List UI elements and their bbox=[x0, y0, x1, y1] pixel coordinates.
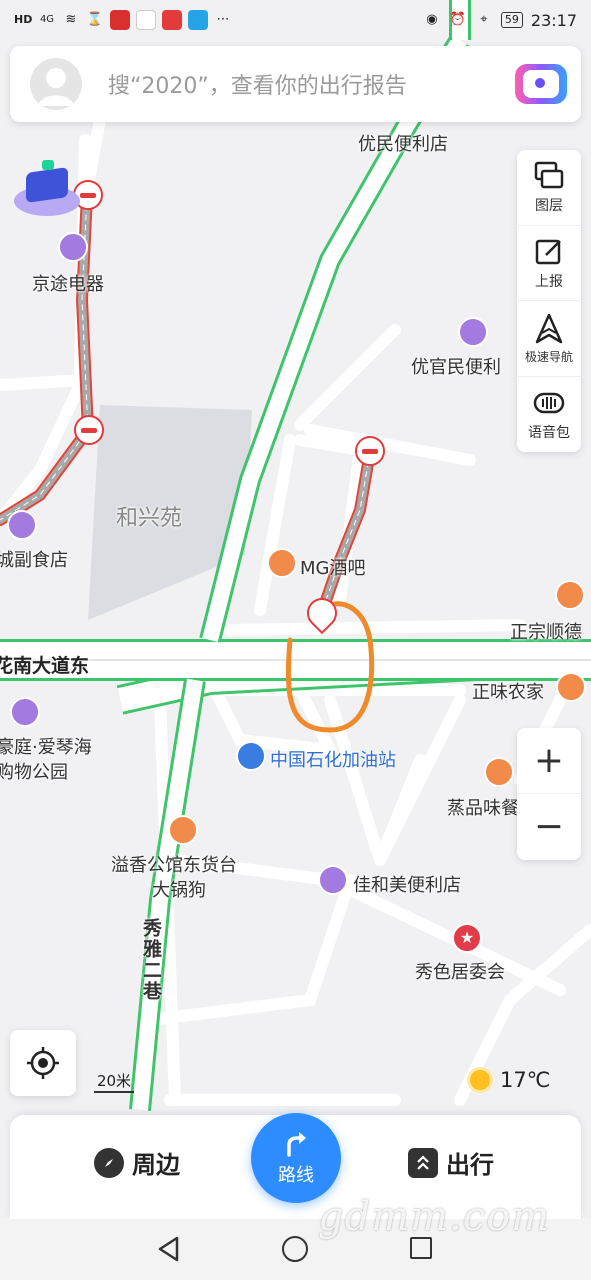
poi-label[interactable]: 城副食店 bbox=[0, 546, 68, 572]
no-entry-icon bbox=[355, 436, 385, 466]
voice-assistant-icon[interactable] bbox=[515, 64, 567, 104]
travel-label: 出行 bbox=[446, 1151, 494, 1179]
poi-label[interactable]: 优民便利店 bbox=[358, 130, 448, 156]
turn-arrow-icon bbox=[287, 1132, 306, 1157]
poi-label[interactable]: MG酒吧 bbox=[300, 554, 365, 580]
hourglass-icon: ⌛ bbox=[86, 12, 104, 27]
map-tools-panel: 图层 上报 极速导航 语音包 bbox=[517, 150, 581, 452]
gas-station-icon bbox=[236, 741, 266, 771]
poi-label[interactable]: 中国石化加油站 bbox=[270, 746, 396, 772]
no-entry-icon bbox=[74, 415, 104, 445]
restaurant-bowl-icon bbox=[484, 757, 514, 787]
area-label: 和兴苑 bbox=[116, 506, 183, 531]
voice-pack-icon bbox=[533, 393, 565, 414]
poi-label[interactable]: 正味农家 bbox=[472, 678, 544, 704]
red-app-icon bbox=[162, 10, 182, 30]
route-button[interactable]: 路线 bbox=[251, 1113, 341, 1203]
location-icon: ⌖ bbox=[480, 12, 488, 27]
home-icon[interactable] bbox=[282, 1236, 308, 1262]
poi-label[interactable]: 购物公园 bbox=[0, 758, 68, 784]
fast-nav-button[interactable]: 极速导航 bbox=[517, 301, 581, 377]
road-label: 秀雅二巷 bbox=[140, 918, 162, 1002]
alarm-icon: ⏰ bbox=[449, 12, 466, 27]
travel-button[interactable]: 出行 bbox=[408, 1145, 494, 1180]
store-basket-icon bbox=[458, 317, 488, 347]
zoom-out-button[interactable]: − bbox=[517, 794, 581, 860]
bar-cocktail-icon bbox=[267, 548, 297, 578]
search-input[interactable]: 搜“2020”，查看你的出行报告 bbox=[108, 68, 515, 100]
battery-icon: 59 bbox=[500, 12, 523, 28]
compass-icon bbox=[94, 1147, 124, 1178]
clock: 23:17 bbox=[530, 10, 577, 30]
more-icon: ⋯ bbox=[216, 12, 230, 27]
poi-label[interactable]: 豪庭·爱琴海 bbox=[0, 733, 92, 759]
nav-arrow-icon bbox=[535, 313, 563, 343]
nearby-label: 周边 bbox=[132, 1151, 180, 1179]
search-bar[interactable]: 搜“2020”，查看你的出行报告 bbox=[10, 46, 581, 122]
poi-label[interactable]: 蒸品味餐 bbox=[447, 794, 519, 820]
report-button[interactable]: 上报 bbox=[517, 226, 581, 301]
watermark: gdmm.com bbox=[318, 1194, 551, 1240]
locate-me-button[interactable] bbox=[10, 1030, 76, 1096]
poi-label[interactable]: 大锅狗 bbox=[152, 876, 206, 902]
signal-icon: 4G bbox=[39, 14, 55, 25]
report-edit-icon bbox=[535, 239, 561, 264]
sun-icon bbox=[470, 1070, 490, 1090]
back-icon[interactable] bbox=[155, 1235, 183, 1263]
layers-button[interactable]: 图层 bbox=[517, 150, 581, 226]
hd-icon: HD bbox=[14, 13, 33, 26]
poi-label[interactable]: 优官民便利 bbox=[411, 353, 501, 379]
voice-pack-label: 语音包 bbox=[528, 425, 570, 442]
restaurant-bowl-icon bbox=[555, 580, 585, 610]
poi-label[interactable]: 溢香公馆东货台 bbox=[111, 851, 237, 877]
shopping-bag-icon bbox=[58, 232, 88, 262]
restaurant-bowl-icon bbox=[168, 815, 198, 845]
fast-nav-label: 极速导航 bbox=[524, 349, 573, 364]
vehicle-location-icon[interactable] bbox=[14, 160, 80, 218]
q-app-icon bbox=[188, 10, 208, 30]
shopping-bag-icon bbox=[10, 697, 40, 727]
restaurant-bowl-icon bbox=[556, 672, 586, 702]
wifi-icon: ≋ bbox=[65, 12, 77, 27]
status-bar: HD 4G ≋ ⌛ ⋯ ◉ ⏰ ⌖ 59 23:17 bbox=[0, 0, 591, 40]
road-label: 花南大道东 bbox=[0, 655, 90, 677]
store-basket-icon bbox=[318, 865, 348, 895]
star-landmark-icon: ★ bbox=[452, 923, 482, 953]
poi-label[interactable]: 京途电器 bbox=[32, 270, 104, 296]
map-scale: 20米 bbox=[94, 1070, 134, 1093]
poi-label[interactable]: 秀色居委会 bbox=[415, 958, 505, 984]
poi-label[interactable]: 正宗顺德 bbox=[510, 618, 582, 644]
layers-label: 图层 bbox=[535, 198, 563, 215]
zoom-control: + − bbox=[517, 728, 581, 860]
m-app-icon bbox=[136, 10, 156, 30]
avatar[interactable] bbox=[30, 58, 82, 110]
temperature: 17℃ bbox=[500, 1068, 551, 1092]
chevron-up-icon bbox=[408, 1147, 438, 1178]
weather-widget[interactable]: 17℃ bbox=[470, 1068, 550, 1092]
crosshair-icon bbox=[27, 1047, 59, 1079]
poi-label[interactable]: 佳和美便利店 bbox=[353, 871, 461, 897]
report-label: 上报 bbox=[535, 273, 563, 290]
mic-app-icon bbox=[110, 10, 130, 30]
recents-icon[interactable] bbox=[410, 1237, 432, 1259]
layers-icon bbox=[534, 162, 564, 189]
shopping-bag-icon bbox=[7, 510, 37, 540]
eye-icon: ◉ bbox=[426, 12, 438, 27]
zoom-in-button[interactable]: + bbox=[517, 728, 581, 794]
route-label: 路线 bbox=[278, 1165, 314, 1186]
voice-pack-button[interactable]: 语音包 bbox=[517, 377, 581, 453]
nearby-button[interactable]: 周边 bbox=[94, 1145, 180, 1180]
